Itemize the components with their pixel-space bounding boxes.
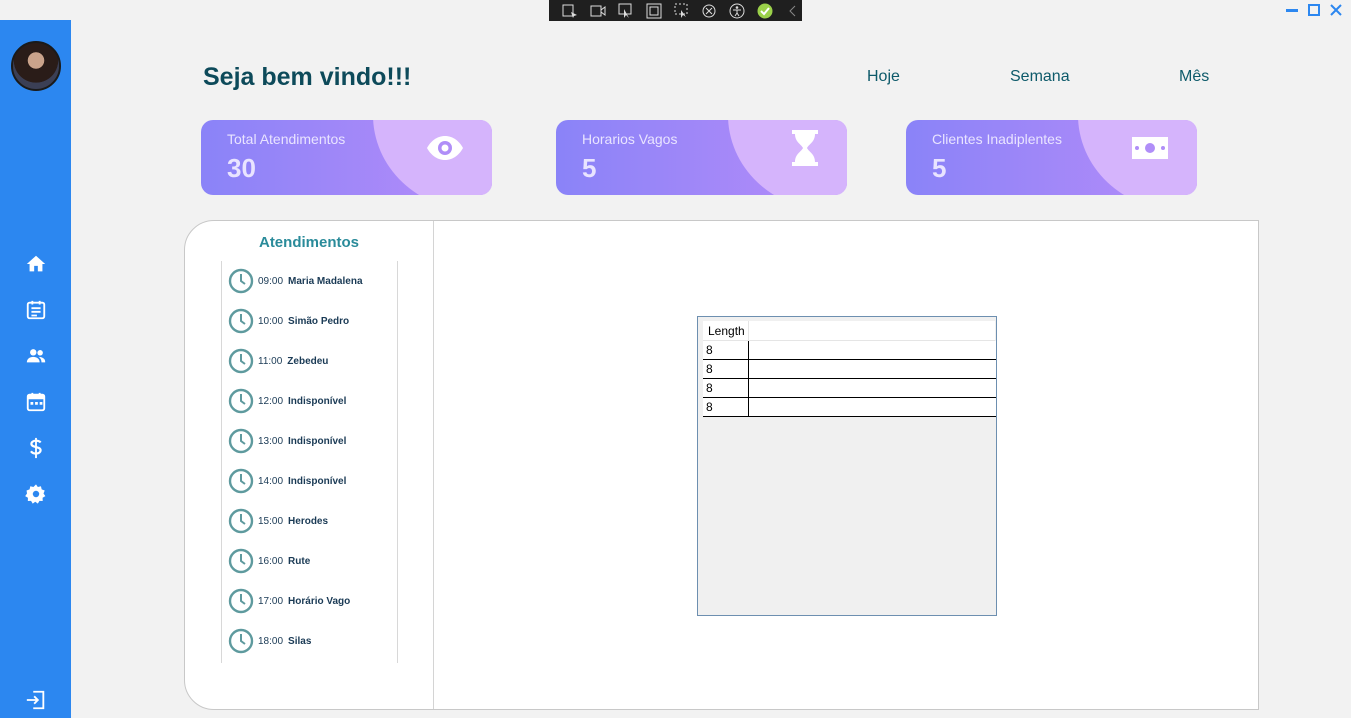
dollar-icon[interactable]: [24, 436, 48, 460]
accessibility-icon[interactable]: [728, 1, 747, 21]
appointment-client: Silas: [288, 635, 312, 647]
appointment-time: 16:00: [258, 555, 284, 567]
stat-card-value: 5: [932, 153, 947, 183]
stat-card-label: Clientes Inadiplentes: [932, 131, 1062, 147]
appointment-client: Horário Vago: [288, 595, 351, 607]
close-icon[interactable]: [1329, 3, 1343, 17]
filter-week[interactable]: Semana: [1010, 68, 1070, 86]
appointment-time: 09:00: [258, 275, 284, 287]
table-cell[interactable]: 8: [703, 398, 749, 416]
avatar[interactable]: [11, 41, 61, 91]
appointment-client: Rute: [288, 555, 311, 567]
maximize-icon[interactable]: [1307, 3, 1321, 17]
select-element-icon[interactable]: [561, 1, 580, 21]
notes-icon[interactable]: [24, 298, 48, 322]
clock-icon: [228, 548, 254, 574]
video-icon[interactable]: [589, 1, 608, 21]
column-header-length[interactable]: Length: [703, 321, 749, 341]
clock-icon: [228, 308, 254, 334]
list-item[interactable]: 16:00 Rute: [222, 541, 397, 581]
main-panel: Atendimentos 09:00 Maria Madalena 10:00 Sim…: [184, 220, 1259, 710]
stat-card-label: Horarios Vagos: [582, 131, 678, 147]
money-icon: [1130, 132, 1170, 164]
appointment-time: 17:00: [258, 595, 284, 607]
list-item[interactable]: 14:00 Indisponível: [222, 461, 397, 501]
stat-card-debtors: Clientes Inadiplentes 5: [906, 120, 1197, 195]
clock-icon: [228, 268, 254, 294]
table-cell[interactable]: 8: [703, 379, 749, 397]
appointment-client: Herodes: [288, 515, 329, 527]
appointments-title: Atendimentos: [258, 234, 359, 251]
debug-toolbar: [549, 0, 802, 21]
clock-icon: [228, 508, 254, 534]
gear-icon[interactable]: [24, 482, 48, 506]
minimize-icon[interactable]: [1285, 3, 1299, 17]
table-row[interactable]: 8: [703, 398, 996, 417]
list-item[interactable]: 13:00 Indisponível: [222, 421, 397, 461]
appointment-client: Indisponível: [288, 395, 347, 407]
divider: [433, 221, 434, 709]
layout-adorner-icon[interactable]: [644, 1, 663, 21]
clock-icon: [228, 388, 254, 414]
clock-icon: [228, 468, 254, 494]
appointment-time: 14:00: [258, 475, 284, 487]
stat-card-free-slots: Horarios Vagos 5: [556, 120, 847, 195]
list-item[interactable]: 15:00 Herodes: [222, 501, 397, 541]
list-item[interactable]: 17:00 Horário Vago: [222, 581, 397, 621]
people-icon[interactable]: [24, 344, 48, 368]
appointment-client: Indisponível: [288, 435, 347, 447]
appointments-list[interactable]: 09:00 Maria Madalena 10:00 Simão Pedro 11:00…: [221, 261, 398, 663]
appointment-client: Indisponível: [288, 475, 347, 487]
list-item[interactable]: 09:00 Maria Madalena: [222, 261, 397, 301]
clock-icon: [228, 428, 254, 454]
grid-header: Length: [703, 321, 995, 341]
table-cell[interactable]: 8: [703, 360, 749, 378]
collapse-toolbar-icon[interactable]: [783, 1, 802, 21]
track-focus-icon[interactable]: [672, 1, 691, 21]
stat-card-value: 30: [227, 153, 256, 183]
table-row[interactable]: 8: [703, 379, 996, 398]
sidebar: [0, 20, 71, 718]
appointment-time: 18:00: [258, 635, 284, 647]
home-icon[interactable]: [24, 252, 48, 276]
logout-icon[interactable]: [24, 688, 48, 712]
table-row[interactable]: 8: [703, 360, 996, 379]
binding-failures-icon[interactable]: [700, 1, 719, 21]
list-item[interactable]: 10:00 Simão Pedro: [222, 301, 397, 341]
appointment-time: 10:00: [258, 315, 284, 327]
list-item[interactable]: 12:00 Indisponível: [222, 381, 397, 421]
stat-card-label: Total Atendimentos: [227, 131, 346, 147]
eye-icon: [425, 132, 465, 164]
clock-icon: [228, 348, 254, 374]
clock-icon: [228, 588, 254, 614]
calendar-icon[interactable]: [24, 390, 48, 414]
table-cell[interactable]: 8: [703, 341, 749, 359]
appointment-time: 11:00: [258, 355, 283, 367]
data-grid[interactable]: Length 8888: [697, 316, 997, 616]
list-item[interactable]: 18:00 Silas: [222, 621, 397, 661]
hourglass-icon: [785, 128, 825, 168]
stat-card-total-appointments: Total Atendimentos 30: [201, 120, 492, 195]
list-item[interactable]: 11:00 Zebedeu: [222, 341, 397, 381]
window-controls: [1285, 0, 1343, 20]
stat-card-value: 5: [582, 153, 597, 183]
pointer-icon[interactable]: [617, 1, 636, 21]
appointment-client: Simão Pedro: [288, 315, 350, 327]
page-title: Seja bem vindo!!!: [203, 63, 412, 91]
appointment-time: 15:00: [258, 515, 284, 527]
appointment-time: 13:00: [258, 435, 284, 447]
check-icon[interactable]: [755, 1, 774, 21]
filter-today[interactable]: Hoje: [867, 68, 900, 86]
clock-icon: [228, 628, 254, 654]
table-row[interactable]: 8: [703, 341, 996, 360]
appointment-client: Zebedeu: [287, 355, 329, 367]
appointment-client: Maria Madalena: [288, 275, 363, 287]
filter-month[interactable]: Mês: [1179, 68, 1209, 86]
appointment-time: 12:00: [258, 395, 284, 407]
